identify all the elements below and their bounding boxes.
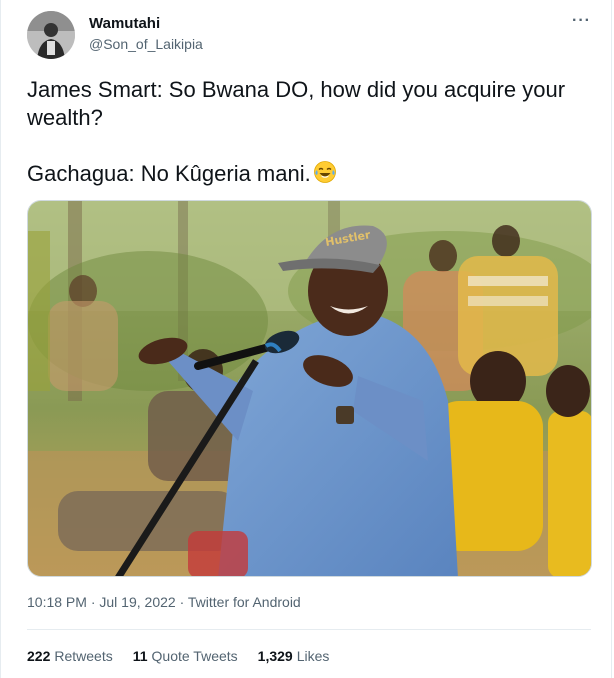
tweet-date[interactable]: Jul 19, 2022 [99, 594, 175, 610]
tweet-text-line-3-text: Gachagua: No Kûgeria mani. [27, 161, 311, 186]
divider [27, 629, 591, 630]
quote-tweets-stat[interactable]: 11 Quote Tweets [133, 648, 238, 664]
author-display-name[interactable]: Wamutahi [89, 15, 160, 32]
tweet-source[interactable]: Twitter for Android [188, 594, 301, 610]
quote-tweets-count: 11 [132, 648, 148, 664]
tweet-text-line-1: James Smart: So Bwana DO, how did you ac… [27, 77, 566, 102]
avatar[interactable] [27, 11, 75, 59]
tweet-photo[interactable]: Hustler [27, 200, 592, 577]
user-avatar-icon [27, 11, 75, 59]
tweet-text-line-3: Gachagua: No Kûgeria mani. [27, 160, 337, 188]
author-handle[interactable]: @Son_of_Laikipia [89, 36, 203, 52]
likes-stat[interactable]: 1,329 Likes [258, 648, 330, 664]
meta-separator: · [90, 594, 96, 610]
tweet-meta: 10:18 PM · Jul 19, 2022 · Twitter for An… [27, 594, 301, 610]
tweet-stats: 222 Retweets 11 Quote Tweets 1,329 Likes [27, 648, 329, 664]
tweet-text-line-2: wealth? [27, 105, 103, 130]
retweets-label: Retweets [54, 648, 113, 664]
meta-separator: · [179, 594, 185, 610]
retweets-stat[interactable]: 222 Retweets [27, 648, 113, 664]
photo-image: Hustler [28, 201, 591, 576]
likes-label: Likes [296, 648, 330, 664]
more-options-icon[interactable]: ··· [572, 12, 591, 30]
quote-tweets-label: Quote Tweets [151, 648, 238, 664]
face-with-tears-of-joy-icon [313, 161, 336, 183]
tweet-card: Wamutahi @Son_of_Laikipia ··· James Smar… [0, 0, 612, 678]
tweet-time[interactable]: 10:18 PM [27, 594, 87, 610]
likes-count: 1,329 [257, 648, 293, 664]
retweets-count: 222 [27, 648, 51, 664]
